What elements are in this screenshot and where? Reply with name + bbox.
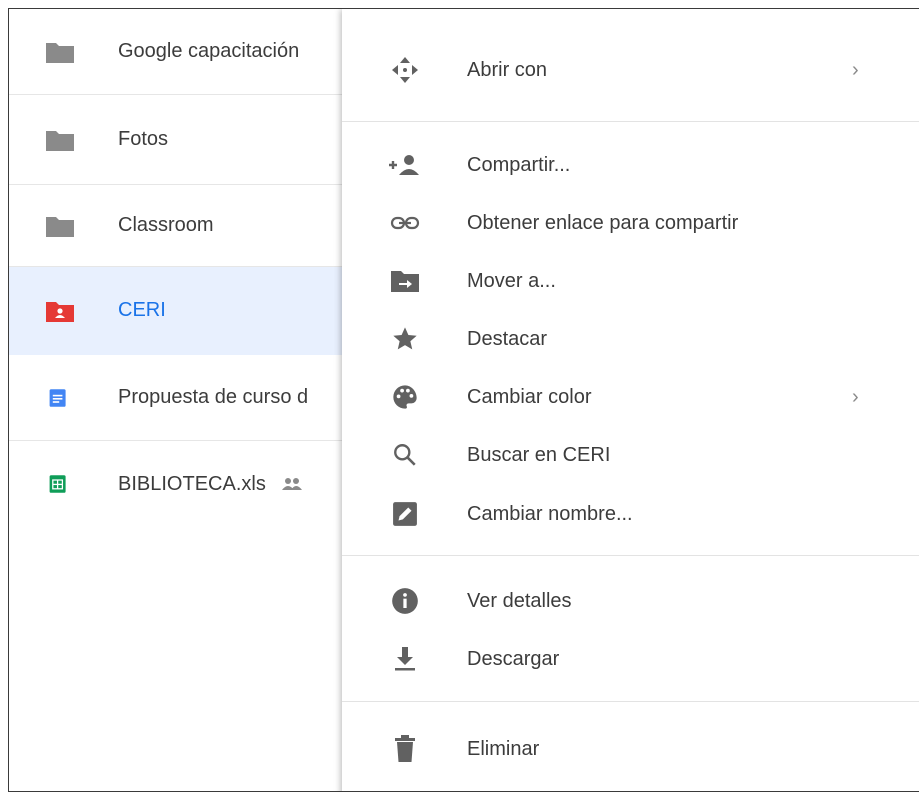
chevron-right-icon: › <box>852 385 859 408</box>
drive-window: Google capacitación Fotos Classroom CERI <box>8 8 919 792</box>
menu-label: Abrir con <box>467 58 548 81</box>
menu-label: Mover a... <box>467 269 556 292</box>
menu-label: Ver detalles <box>467 589 572 612</box>
file-name: Fotos <box>118 128 169 150</box>
chevron-right-icon: › <box>852 58 859 81</box>
menu-item-details[interactable]: Ver detalles <box>342 573 919 629</box>
download-icon <box>389 643 421 675</box>
menu-item-share[interactable]: Compartir... <box>342 137 919 193</box>
menu-item-open-with[interactable]: Abrir con › <box>342 42 919 98</box>
file-name-text: BIBLIOTECA.xls <box>118 472 266 495</box>
link-icon <box>389 207 421 239</box>
file-name: Classroom <box>118 214 214 236</box>
open-with-icon <box>389 54 421 86</box>
context-menu: Abrir con › Compartir... Obtener enlace … <box>342 9 919 791</box>
menu-divider <box>342 701 919 702</box>
menu-label: Destacar <box>467 327 548 350</box>
menu-label: Obtener enlace para compartir <box>467 211 739 234</box>
menu-label: Cambiar nombre... <box>467 502 633 525</box>
menu-item-get-link[interactable]: Obtener enlace para compartir <box>342 195 919 251</box>
search-icon <box>389 439 421 471</box>
move-to-folder-icon <box>389 265 421 297</box>
shared-people-icon <box>282 478 303 491</box>
menu-label: Descargar <box>467 647 560 670</box>
google-docs-icon <box>49 388 66 407</box>
folder-icon <box>46 42 74 63</box>
menu-label: Cambiar color <box>467 385 592 408</box>
add-person-icon <box>389 149 421 181</box>
menu-item-download[interactable]: Descargar <box>342 631 919 687</box>
info-icon <box>389 585 421 617</box>
palette-icon <box>389 381 421 413</box>
menu-item-move-to[interactable]: Mover a... <box>342 253 919 309</box>
file-name: BIBLIOTECA.xls <box>118 473 350 496</box>
menu-label: Eliminar <box>467 737 540 760</box>
file-name: Google capacitación <box>118 40 300 62</box>
file-row-google-capacitacion[interactable]: Google capacitación <box>9 9 349 95</box>
menu-label: Compartir... <box>467 153 571 176</box>
file-row-propuesta[interactable]: Propuesta de curso d <box>9 355 349 441</box>
menu-item-rename[interactable]: Cambiar nombre... <box>342 486 919 542</box>
menu-item-remove[interactable]: Eliminar <box>342 721 919 777</box>
file-name: CERI <box>118 299 166 321</box>
edit-icon <box>389 498 421 530</box>
menu-item-search-in[interactable]: Buscar en CERI <box>342 427 919 483</box>
file-row-ceri[interactable]: CERI <box>9 267 349 355</box>
file-row-classroom[interactable]: Classroom <box>9 185 349 267</box>
file-row-biblioteca[interactable]: BIBLIOTECA.xls <box>9 441 349 527</box>
star-icon <box>389 323 421 355</box>
menu-item-change-color[interactable]: Cambiar color › <box>342 369 919 425</box>
file-name: Propuesta de curso d <box>118 386 309 408</box>
trash-icon <box>389 733 421 765</box>
file-list: Google capacitación Fotos Classroom CERI <box>9 9 349 791</box>
menu-divider <box>342 121 919 122</box>
google-sheets-icon <box>49 475 66 493</box>
file-row-fotos[interactable]: Fotos <box>9 95 349 185</box>
menu-divider <box>342 555 919 556</box>
shared-folder-icon <box>46 301 74 322</box>
folder-icon <box>46 130 74 151</box>
folder-icon <box>46 216 74 237</box>
menu-item-star[interactable]: Destacar <box>342 311 919 367</box>
menu-label: Buscar en CERI <box>467 443 611 466</box>
